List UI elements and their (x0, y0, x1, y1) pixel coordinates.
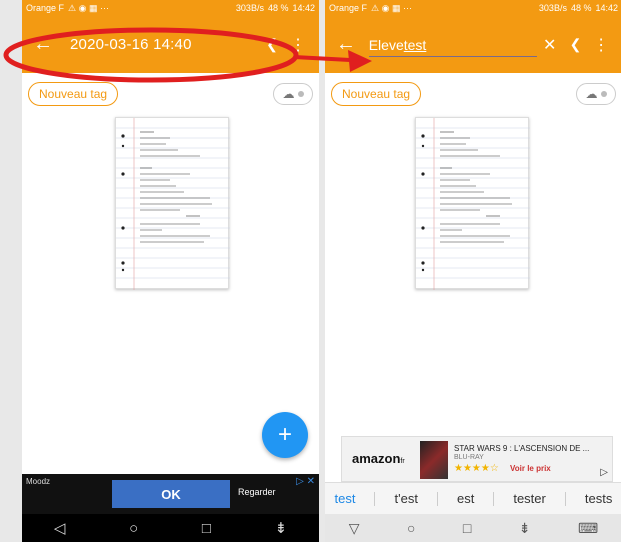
nav-notifications-icon[interactable]: ⇟ (519, 520, 531, 537)
handwritten-page-image (116, 118, 230, 290)
overflow-menu-icon[interactable]: ⋮ (285, 32, 311, 58)
share-icon[interactable]: ❮ (259, 32, 285, 58)
app-bar: ← Eleve test ✕ ❮ ⋮ (325, 16, 621, 73)
product-format: BLU-RAY (454, 454, 484, 461)
overflow-menu-icon[interactable]: ⋮ (588, 32, 614, 58)
ad-ok-button[interactable]: OK (112, 480, 230, 508)
status-icons: ⚠ ◉ ▦ ··· (371, 2, 412, 13)
network-speed: 303B/s (235, 3, 264, 13)
clock: 14:42 (595, 3, 618, 13)
amazon-logo-suffix: fr (400, 458, 405, 465)
back-arrow-icon[interactable]: ← (30, 32, 56, 58)
divider (436, 491, 438, 506)
suggestion-item[interactable]: t'est (395, 491, 418, 506)
document-thumbnail[interactable] (115, 117, 230, 290)
nav-back-icon[interactable]: ▽ (349, 520, 360, 537)
divider (374, 491, 376, 506)
divider (564, 491, 566, 506)
amazon-logo-text: amazon (352, 451, 401, 466)
nav-recents-icon[interactable]: □ (463, 520, 471, 536)
stage: Orange F ⚠ ◉ ▦ ··· 303B/s 48 % 14:42 ← 2… (0, 0, 621, 542)
handwritten-page-image (416, 118, 530, 290)
suggestion-item[interactable]: tester (513, 491, 546, 506)
battery-level: 48 % (267, 3, 289, 13)
cloud-icon: ☁ (585, 87, 598, 101)
system-nav-bar: ▽ ○ □ ⇟ ⌨ (325, 514, 621, 542)
suggestion-item[interactable]: test (335, 491, 356, 506)
suggestion-item[interactable]: est (457, 491, 474, 506)
suggestion-item[interactable]: tests (585, 491, 612, 506)
status-icons: ⚠ ◉ ▦ ··· (68, 2, 109, 13)
search-input-text: Eleve (368, 36, 404, 53)
product-title: STAR WARS 9 : L'ASCENSION DE ... (454, 444, 590, 453)
share-icon[interactable]: ❮ (563, 32, 589, 58)
keyboard-icon[interactable]: ⌨ (578, 520, 598, 537)
system-nav-bar: ◁ ○ □ ⇟ (22, 514, 319, 542)
nav-home-icon[interactable]: ○ (129, 520, 138, 537)
app-bar: ← 2020-03-16 14:40 ❮ ⋮ (22, 16, 319, 73)
ad-brand: Moodz (26, 477, 51, 486)
note-title[interactable]: 2020-03-16 14:40 (70, 36, 192, 53)
carrier-label: Orange F (329, 3, 368, 13)
add-fab-button[interactable]: + (262, 412, 308, 458)
carrier-label: Orange F (26, 3, 65, 13)
ad-choices-icon[interactable]: ▷ (600, 467, 608, 478)
clock: 14:42 (292, 3, 315, 13)
status-bar: Orange F ⚠ ◉ ▦ ··· 303B/s 48 % 14:42 (325, 0, 621, 16)
rating-stars: ★★★★☆ (454, 463, 499, 474)
nav-back-icon[interactable]: ◁ (54, 519, 66, 537)
toggle-dot (297, 91, 304, 97)
search-input-word: test (403, 36, 427, 53)
search-input[interactable]: Eleve test (368, 33, 537, 57)
nav-home-icon[interactable]: ○ (407, 520, 415, 536)
product-thumbnail (420, 441, 448, 479)
network-speed: 303B/s (538, 3, 567, 13)
nav-notifications-icon[interactable]: ⇟ (275, 519, 288, 537)
clear-search-icon[interactable]: ✕ (537, 32, 563, 58)
right-screen: Orange F ⚠ ◉ ▦ ··· 303B/s 48 % 14:42 ← E… (325, 0, 621, 542)
tag-row: Nouveau tag ☁ (325, 73, 621, 115)
new-tag-button[interactable]: Nouveau tag (28, 82, 119, 106)
amazon-ad[interactable]: amazonfr STAR WARS 9 : L'ASCENSION DE ..… (341, 436, 613, 482)
ad-banner[interactable]: Moodz OK Regarder ▷ ✕ (22, 474, 319, 514)
document-thumbnail[interactable] (415, 117, 530, 290)
amazon-logo: amazonfr (352, 451, 405, 466)
back-arrow-icon[interactable]: ← (333, 32, 359, 58)
keyboard-suggestions: test t'est est tester tests (325, 482, 621, 514)
new-tag-button[interactable]: Nouveau tag (331, 82, 422, 106)
cloud-sync-toggle[interactable]: ☁ (273, 83, 313, 105)
see-price-link[interactable]: Voir le prix (510, 464, 551, 473)
cloud-sync-toggle[interactable]: ☁ (576, 83, 616, 105)
divider (493, 491, 495, 506)
status-bar: Orange F ⚠ ◉ ▦ ··· 303B/s 48 % 14:42 (22, 0, 319, 16)
toggle-dot (600, 91, 607, 97)
cloud-icon: ☁ (282, 87, 295, 101)
ad-close-icon[interactable]: ▷ ✕ (296, 476, 315, 487)
left-screen: Orange F ⚠ ◉ ▦ ··· 303B/s 48 % 14:42 ← 2… (22, 0, 319, 542)
nav-recents-icon[interactable]: □ (202, 520, 211, 537)
tag-row: Nouveau tag ☁ (22, 73, 319, 115)
battery-level: 48 % (570, 3, 592, 13)
ad-watch-link[interactable]: Regarder (238, 487, 276, 497)
